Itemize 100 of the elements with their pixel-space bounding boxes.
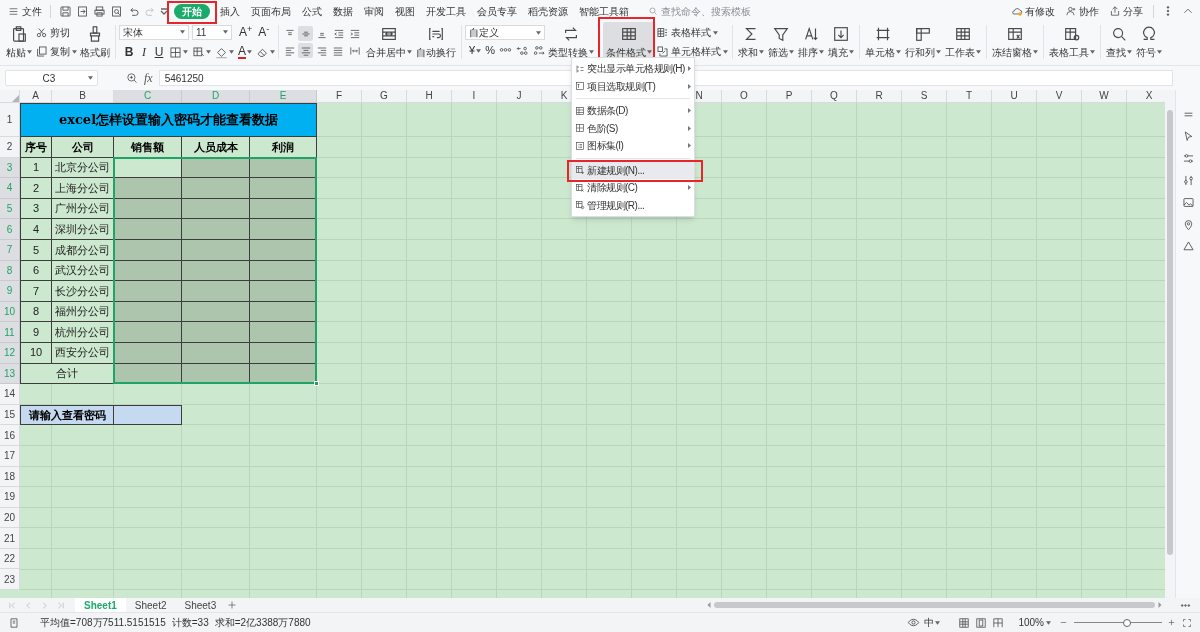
ribbon-button[interactable]: 表格样式	[654, 24, 729, 41]
menu-item[interactable]: 管理规则(R)...	[572, 196, 694, 214]
customize-caret-icon[interactable]	[160, 7, 168, 15]
zoom-slider[interactable]	[1074, 617, 1162, 628]
add-sheet-icon[interactable]	[227, 600, 238, 610]
zoom-in-icon[interactable]	[1167, 618, 1176, 627]
ribbon-button[interactable]: 自动换行	[414, 22, 458, 62]
ribbon-tab[interactable]: 视图	[394, 3, 416, 19]
eye-icon[interactable]	[907, 616, 921, 629]
column-header[interactable]: A	[20, 90, 52, 103]
percent-button[interactable]: %	[485, 42, 495, 59]
zoom-select[interactable]: 100%	[1018, 615, 1051, 630]
ribbon-tab[interactable]: 插入	[219, 3, 241, 19]
ribbon-button[interactable]: 复制	[34, 43, 78, 60]
align-button[interactable]	[298, 26, 313, 41]
ribbon-button[interactable]: 类型转换	[545, 22, 596, 62]
ribbon-tab[interactable]: 会员专享	[476, 3, 518, 19]
column-header[interactable]: Q	[812, 90, 857, 103]
menu-item[interactable]: 清除规则(C)	[572, 179, 694, 197]
row-header[interactable]: 15	[0, 404, 20, 426]
column-header[interactable]: R	[857, 90, 902, 103]
toolbar-button[interactable]: 有修改	[1011, 3, 1055, 19]
row-header[interactable]: 2	[0, 137, 20, 158]
ribbon-button[interactable]: 筛选	[765, 22, 796, 62]
print-preview-icon[interactable]	[109, 4, 123, 18]
zoom-icon[interactable]	[126, 72, 138, 84]
row-header[interactable]: 23	[0, 569, 20, 591]
grow-font-button[interactable]: A$^{+}$	[238, 23, 254, 41]
borders-icon[interactable]	[169, 45, 182, 59]
shape-icon[interactable]	[1181, 240, 1195, 253]
ribbon-button[interactable]: 行和列	[902, 22, 943, 62]
fill-handle[interactable]	[314, 381, 319, 387]
ribbon-tab[interactable]: 页面布局	[250, 3, 292, 19]
toolbar-button[interactable]: 协作	[1065, 3, 1099, 19]
ribbon-button[interactable]: 粘贴	[4, 22, 34, 62]
ribbon-button[interactable]: 单元格样式	[654, 43, 729, 60]
name-box[interactable]: C3	[5, 70, 98, 86]
row-header[interactable]: 20	[0, 507, 20, 529]
ribbon-button[interactable]: 求和	[735, 22, 766, 62]
row-header[interactable]: 19	[0, 487, 20, 508]
ribbon-button[interactable]: 剪切	[34, 24, 78, 41]
scrollbar-thumb[interactable]	[714, 602, 1156, 608]
column-header[interactable]: H	[407, 90, 452, 103]
underline-button[interactable]: U	[153, 43, 165, 61]
print-icon[interactable]	[92, 4, 106, 18]
toolbar-button[interactable]: 分享	[1109, 3, 1143, 19]
distribute-icon[interactable]	[349, 44, 361, 57]
ribbon-button[interactable]: 合并居中	[364, 22, 414, 62]
shrink-font-button[interactable]: A$^{-}$	[256, 23, 272, 41]
decrease-decimal-icon[interactable]	[532, 44, 546, 57]
row-header[interactable]: 16	[0, 425, 20, 446]
row-header[interactable]: 22	[0, 548, 20, 570]
normal-view-icon[interactable]	[958, 616, 971, 629]
eraser-icon[interactable]	[256, 45, 269, 59]
input-mode-button[interactable]: 中	[924, 615, 941, 630]
ribbon-button[interactable]: 填充	[825, 22, 856, 62]
sheet-tab[interactable]: Sheet3	[175, 598, 226, 612]
ribbon-button[interactable]: 符号	[1133, 22, 1164, 62]
column-header[interactable]: T	[947, 90, 992, 103]
ribbon-tab[interactable]: 开发工具	[425, 3, 467, 19]
outdent-icon[interactable]	[333, 27, 345, 40]
ribbon-button[interactable]: 格式刷	[78, 22, 112, 62]
ribbon-tab[interactable]: 稻壳资源	[527, 3, 569, 19]
ribbon-button[interactable]: 表格工具	[1046, 22, 1097, 62]
ribbon-button[interactable]: 排序	[795, 22, 826, 62]
column-header[interactable]: X	[1127, 90, 1165, 103]
menu-item[interactable]: 色阶(S)	[572, 119, 694, 137]
row-header[interactable]: 21	[0, 528, 20, 549]
ribbon-button[interactable]: 单元格	[862, 22, 903, 62]
page-break-icon[interactable]	[992, 616, 1005, 629]
column-header[interactable]: G	[362, 90, 407, 103]
ribbon-button[interactable]: 工作表	[942, 22, 983, 62]
column-header[interactable]: U	[992, 90, 1037, 103]
font-select[interactable]: 宋体	[119, 24, 189, 40]
sliders-icon[interactable]	[1181, 174, 1195, 187]
row-header[interactable]: 1	[0, 103, 20, 137]
ribbon-tab[interactable]: 智能工具箱	[578, 3, 630, 19]
sheet-tab[interactable]: Sheet2	[125, 598, 176, 612]
cell-fill-icon[interactable]	[192, 45, 205, 59]
row-header[interactable]: 14	[0, 384, 20, 405]
column-header[interactable]: I	[452, 90, 497, 103]
font-size-select[interactable]: 11	[192, 24, 232, 40]
image-icon[interactable]	[1181, 196, 1195, 209]
save-icon[interactable]	[58, 4, 72, 18]
cursor-icon[interactable]	[1181, 130, 1195, 143]
file-menu[interactable]: 文件	[6, 2, 44, 20]
ribbon-button[interactable]: 查找	[1103, 22, 1134, 62]
column-header[interactable]: J	[497, 90, 542, 103]
column-header[interactable]: O	[722, 90, 767, 103]
number-format-select[interactable]: 自定义	[465, 25, 545, 41]
menu-item[interactable]: 数据条(D)	[572, 102, 694, 120]
bold-button[interactable]: B	[123, 43, 135, 61]
row-header[interactable]: 17	[0, 445, 20, 467]
export-icon[interactable]	[75, 4, 89, 18]
column-header[interactable]: S	[902, 90, 947, 103]
indent-icon[interactable]	[349, 27, 361, 40]
increase-decimal-icon[interactable]	[515, 44, 529, 57]
column-header[interactable]: F	[317, 90, 362, 103]
paint-bucket-icon[interactable]	[215, 45, 228, 59]
slider-thumb[interactable]	[1122, 618, 1131, 627]
